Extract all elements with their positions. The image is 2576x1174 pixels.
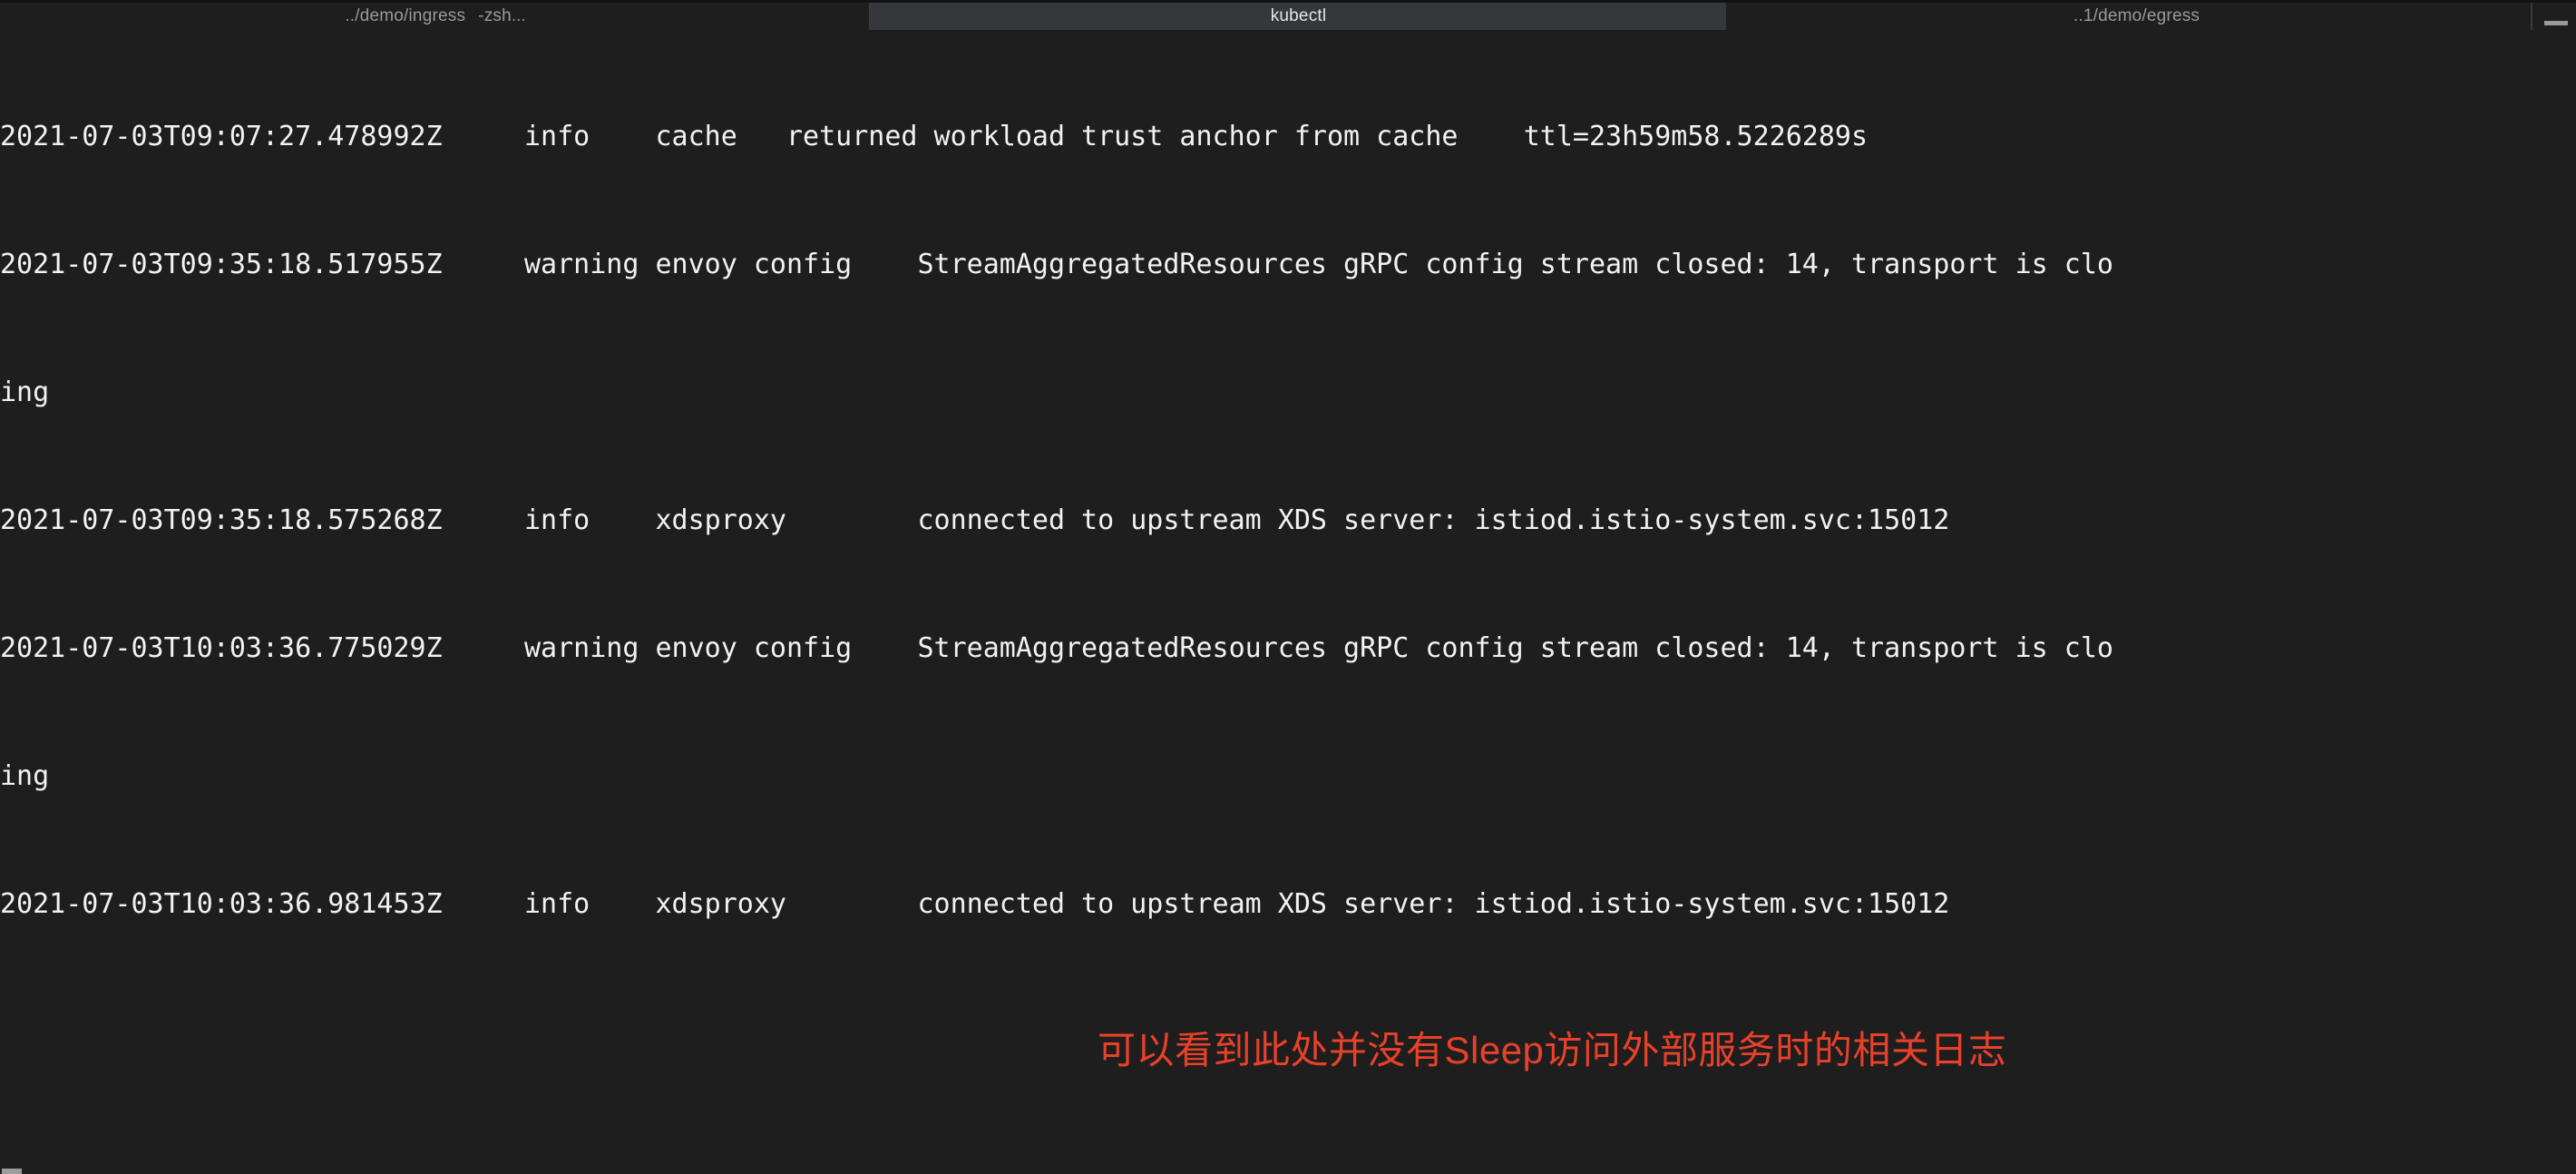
- tab-sublabel: -zsh: [478, 6, 512, 25]
- terminal-window: ../demo/ingress -zsh ... kubectl ..1/dem…: [0, 0, 2576, 1174]
- tab-demo-ingress[interactable]: ../demo/ingress -zsh ...: [0, 3, 871, 30]
- log-line: 2021-07-03T10:03:36.981453Z info xdsprox…: [0, 888, 1950, 920]
- log-line: 2021-07-03T09:35:18.517955Z warning envo…: [0, 249, 2113, 280]
- tab-bar: ../demo/ingress -zsh ... kubectl ..1/dem…: [0, 0, 2576, 30]
- log-line: 2021-07-03T09:07:27.478992Z info cache r…: [0, 121, 1869, 152]
- terminal-log-lines: 2021-07-03T09:07:27.478992Z info cache r…: [0, 30, 2576, 1174]
- red-annotation-text: 可以看到此处并没有Sleep访问外部服务时的相关日志: [1098, 1029, 2007, 1071]
- terminal-output[interactable]: 2021-07-03T09:07:27.478992Z info cache r…: [0, 30, 2576, 1174]
- new-tab-button[interactable]: [2531, 3, 2576, 30]
- terminal-cursor: [2, 1169, 22, 1174]
- tab-ellipsis: ...: [511, 6, 526, 25]
- log-line: 2021-07-03T10:03:36.775029Z warning envo…: [0, 632, 2113, 664]
- tab-kubectl[interactable]: kubectl: [871, 3, 1726, 30]
- tab-label: ../demo/ingress: [345, 6, 466, 25]
- tab-bar-spacer: [2531, 3, 2576, 30]
- log-line: 2021-07-03T09:35:18.575268Z info xdsprox…: [0, 504, 1950, 536]
- tab-demo-egress[interactable]: ..1/demo/egress: [1726, 3, 2547, 30]
- minus-icon: [2544, 20, 2568, 25]
- log-line-wrap: ing: [0, 760, 50, 792]
- log-line-wrap: ing: [0, 377, 50, 408]
- tab-label: ..1/demo/egress: [2073, 6, 2200, 25]
- tab-label: kubectl: [1270, 6, 1327, 25]
